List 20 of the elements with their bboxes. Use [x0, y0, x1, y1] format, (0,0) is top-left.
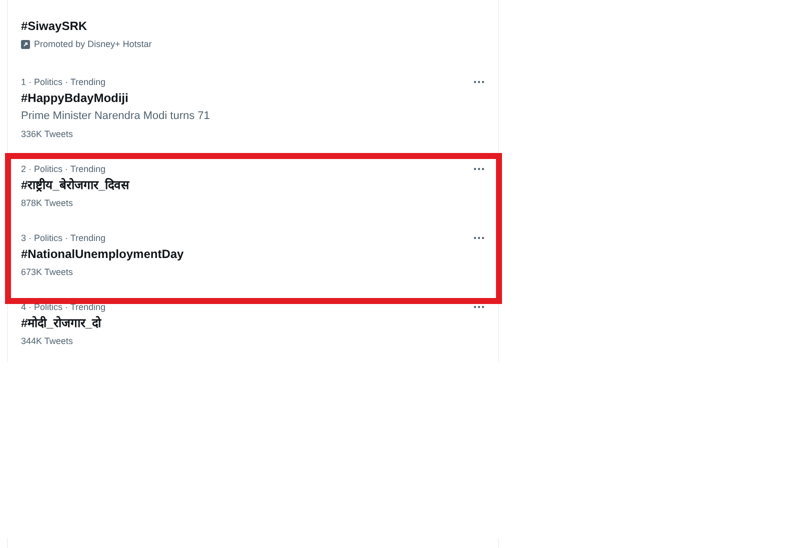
trend-meta: 4 · Politics · Trending [21, 301, 106, 314]
tweet-count: 673K Tweets [21, 266, 74, 279]
trend-title: #SiwaySRK [21, 18, 88, 35]
more-icon[interactable] [473, 236, 485, 240]
tweet-count: 344K Tweets [21, 335, 74, 348]
more-icon[interactable] [473, 167, 485, 171]
tweet-count: 878K Tweets [21, 197, 74, 210]
trend-meta: 3 · Politics · Trending [21, 232, 106, 245]
trend-title[interactable]: #HappyBdayModiji [21, 89, 485, 107]
promoted-icon [21, 40, 30, 48]
trend-description: Prime Minister Narendra Modi turns 71 [21, 109, 211, 124]
more-icon[interactable] [473, 80, 485, 84]
trend-title[interactable]: #NationalUnemploymentDay [21, 245, 485, 263]
trend-title[interactable]: #मोदी_रोजगार_दो [21, 314, 485, 332]
trend-meta: 1 · Politics · Trending [21, 76, 106, 89]
trend-title[interactable]: #राष्ट्रीय_बेरोजगार_दिवस [21, 176, 485, 194]
tweet-count: 336K Tweets [21, 128, 74, 141]
more-icon[interactable] [473, 305, 485, 309]
trend-meta: 2 · Politics · Trending [21, 163, 106, 176]
promoted-label: Promoted by Disney+ Hotstar [34, 38, 152, 51]
